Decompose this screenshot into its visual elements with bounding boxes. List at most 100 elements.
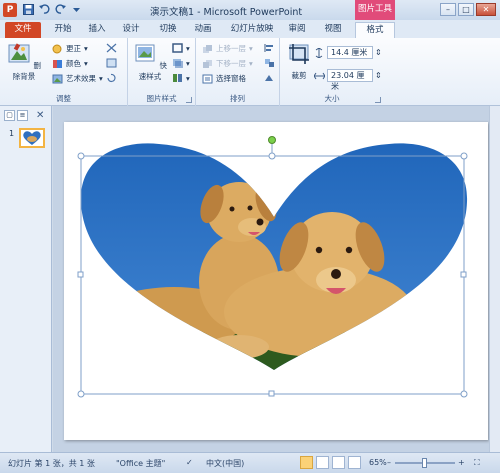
resize-handle[interactable]: [268, 152, 276, 160]
zoom-level[interactable]: 65%: [369, 458, 387, 467]
picture-styles-group-label: 图片样式: [146, 94, 177, 103]
width-spinner-icon[interactable]: ⇕: [375, 71, 382, 80]
shape-width-icon: [313, 71, 326, 81]
resize-handle[interactable]: [77, 390, 85, 398]
tab-animations[interactable]: 动画: [190, 22, 216, 38]
picture-layout-icon[interactable]: ▾: [172, 73, 190, 83]
size-group-label: 大小: [324, 94, 340, 103]
size-launcher-icon[interactable]: [375, 97, 381, 103]
vertical-scrollbar[interactable]: [489, 106, 500, 452]
zoom-out-icon[interactable]: –: [387, 458, 391, 467]
outline-tab-icon[interactable]: ≡: [17, 109, 28, 121]
picture-styles-launcher-icon[interactable]: [186, 97, 192, 103]
adjust-group-label: 调整: [56, 94, 71, 103]
group-objects-icon[interactable]: [264, 58, 275, 68]
compress-pictures-icon[interactable]: [106, 43, 117, 53]
tab-view[interactable]: 视图: [320, 22, 346, 38]
align-icon[interactable]: [264, 43, 275, 53]
tab-transitions[interactable]: 切换: [155, 22, 181, 38]
language[interactable]: 中文(中国): [206, 458, 244, 469]
picture-border-icon[interactable]: ▾: [172, 43, 190, 53]
ribbon-format: 删除背景 更正▾ 颜色▾ 艺术效果▾ 调整 快速样式 ▾ ▾ ▾ 图片样式: [0, 38, 500, 106]
slide[interactable]: [64, 122, 488, 440]
powerpoint-logo-icon[interactable]: P: [3, 3, 17, 17]
tab-home[interactable]: 开始: [50, 22, 76, 38]
reset-picture-icon[interactable]: [106, 73, 117, 83]
slides-tab-icon[interactable]: ▢: [4, 109, 15, 121]
tab-slideshow[interactable]: 幻灯片放映: [226, 22, 278, 38]
arrange-group-label: 排列: [230, 94, 245, 103]
redo-icon[interactable]: [54, 3, 67, 16]
group-picture-styles: 快速样式 ▾ ▾ ▾ 图片样式: [128, 38, 196, 106]
resize-handle[interactable]: [77, 152, 85, 160]
fit-to-window-icon[interactable]: ⛶: [474, 458, 480, 468]
slides-pane: ▢ ≡ ✕ 1: [0, 106, 52, 452]
tab-file[interactable]: 文件: [5, 22, 41, 38]
slides-pane-header: ▢ ≡ ✕: [0, 106, 51, 124]
width-input[interactable]: 23.04 厘米: [327, 69, 373, 91]
resize-handle[interactable]: [460, 390, 468, 398]
zoom-slider-knob[interactable]: [422, 458, 427, 468]
remove-background-button[interactable]: 删除背景: [6, 42, 42, 82]
group-size: 裁剪 14.4 厘米 ⇕ 23.04 厘米 ⇕ 大小: [280, 38, 384, 106]
bring-forward-icon: [202, 44, 213, 54]
zoom-slider[interactable]: [395, 458, 455, 468]
close-pane-icon[interactable]: ✕: [36, 110, 44, 121]
slideshow-view-button[interactable]: [348, 456, 361, 469]
selection-pane-button[interactable]: 选择窗格: [202, 73, 246, 84]
minimize-button[interactable]: –: [440, 3, 456, 16]
normal-view-button[interactable]: [300, 456, 313, 469]
tab-format[interactable]: 格式: [355, 22, 395, 38]
tab-review[interactable]: 审阅: [284, 22, 310, 38]
slide-number: 1: [9, 129, 15, 138]
rotate-icon[interactable]: [264, 73, 275, 83]
slide-thumbnail[interactable]: [19, 128, 45, 148]
corrections-icon: [52, 44, 63, 54]
slide-canvas: [53, 106, 500, 452]
maximize-button[interactable]: □: [458, 3, 474, 16]
resize-handle[interactable]: [77, 271, 84, 278]
picture-effects-icon[interactable]: ▾: [172, 58, 190, 68]
heart-picture[interactable]: [64, 122, 488, 440]
resize-handle[interactable]: [268, 390, 275, 397]
corrections-button[interactable]: 更正 ▾: [52, 43, 88, 54]
theme-name[interactable]: "Office 主题": [116, 458, 165, 469]
window-title: 演示文稿1 - Microsoft PowerPoint: [150, 7, 303, 18]
ribbon-tabs: 文件 开始 插入 设计 切换 动画 幻灯片放映 审阅 视图 格式 ⌃ ?: [0, 20, 500, 52]
change-picture-icon[interactable]: [106, 58, 117, 68]
customize-icon[interactable]: [70, 3, 83, 16]
color-button[interactable]: 颜色 ▾: [52, 58, 88, 69]
resize-handle[interactable]: [460, 152, 468, 160]
window-controls: – □ ✕: [440, 3, 496, 16]
rotate-handle[interactable]: [268, 136, 276, 144]
slide-sorter-view-button[interactable]: [316, 456, 329, 469]
quick-access-toolbar: [22, 3, 83, 16]
spellcheck-icon[interactable]: ✓: [186, 458, 193, 467]
close-button[interactable]: ✕: [476, 3, 496, 16]
selection-pane-icon: [202, 74, 213, 84]
tab-design[interactable]: 设计: [118, 22, 144, 38]
title-bar: P 演示文稿1 - Microsoft PowerPoint 图片工具 – □ …: [0, 0, 500, 20]
send-backward-button[interactable]: 下移一层 ▾: [202, 58, 253, 69]
reading-view-button[interactable]: [332, 456, 345, 469]
zoom-in-icon[interactable]: +: [458, 458, 465, 467]
color-icon: [52, 59, 63, 69]
crop-button[interactable]: 裁剪: [284, 42, 314, 81]
tab-insert[interactable]: 插入: [84, 22, 110, 38]
status-bar: 幻灯片 第 1 张，共 1 张 "Office 主题" ✓ 中文(中国) 65%…: [0, 452, 500, 473]
quick-styles-icon: [135, 44, 155, 62]
save-icon[interactable]: [22, 3, 35, 16]
remove-background-icon: [8, 43, 30, 63]
undo-icon[interactable]: [38, 3, 51, 16]
width-field: 23.04 厘米 ⇕: [313, 69, 382, 91]
height-input[interactable]: 14.4 厘米: [327, 46, 373, 59]
send-backward-icon: [202, 59, 213, 69]
bring-forward-button[interactable]: 上移一层 ▾: [202, 43, 253, 54]
picture-tools-header: 图片工具: [355, 0, 395, 20]
height-field: 14.4 厘米 ⇕: [314, 46, 382, 59]
height-spinner-icon[interactable]: ⇕: [375, 48, 382, 57]
artistic-effects-button[interactable]: 艺术效果 ▾: [52, 73, 103, 84]
resize-handle[interactable]: [460, 271, 467, 278]
artistic-effects-icon: [52, 74, 63, 84]
quick-styles-button[interactable]: 快速样式: [132, 42, 168, 82]
